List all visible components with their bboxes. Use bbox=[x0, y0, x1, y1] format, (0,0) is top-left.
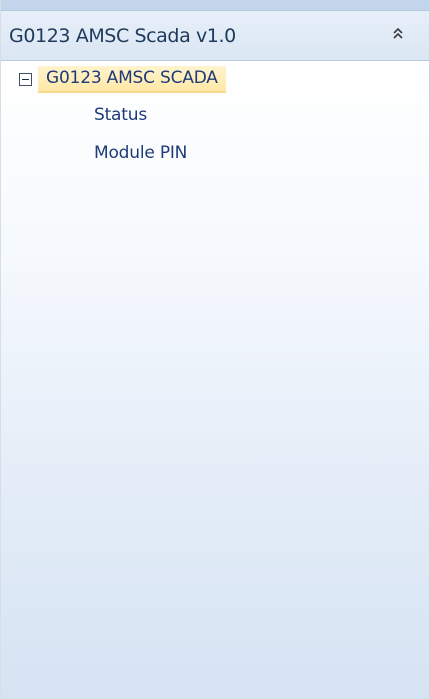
tree-node-root: G0123 AMSC SCADA bbox=[19, 65, 226, 93]
panel-title: G0123 AMSC Scada v1.0 bbox=[9, 25, 236, 47]
panel-top-strip bbox=[1, 0, 429, 11]
collapse-minus-icon[interactable] bbox=[19, 72, 32, 86]
tree-node-root-label[interactable]: G0123 AMSC SCADA bbox=[38, 65, 226, 93]
double-chevron-up-icon[interactable] bbox=[389, 24, 407, 46]
tree-node-status[interactable]: Status bbox=[94, 105, 147, 125]
navigation-panel: G0123 AMSC Scada v1.0 G0123 AMSC SCADA S… bbox=[0, 0, 430, 699]
tree-node-module-pin[interactable]: Module PIN bbox=[94, 143, 187, 163]
tree-view: G0123 AMSC SCADA Status Module PIN bbox=[1, 61, 429, 699]
panel-header[interactable]: G0123 AMSC Scada v1.0 bbox=[1, 11, 429, 61]
